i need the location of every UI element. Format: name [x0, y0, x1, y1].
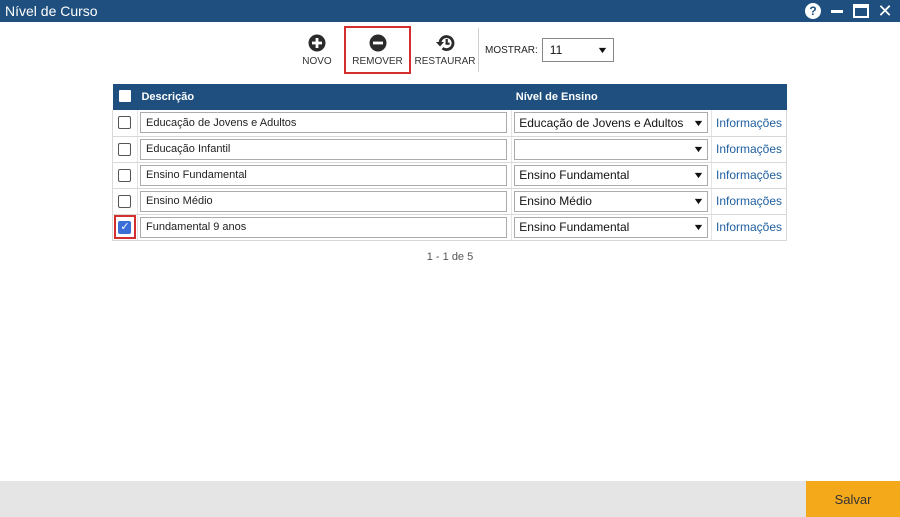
help-icon[interactable]: ?	[805, 3, 821, 19]
descricao-input[interactable]: Fundamental 9 anos	[139, 216, 508, 238]
restaurar-button[interactable]: RESTAURAR	[414, 26, 476, 74]
descricao-input[interactable]: Ensino Fundamental	[139, 164, 508, 186]
close-icon[interactable]: ✕	[877, 1, 892, 22]
nivel-ensino-select[interactable]: Ensino Fundamental ▼	[514, 164, 708, 186]
row-checkbox[interactable]	[118, 168, 132, 182]
table-row: Ensino Fundamental Ensino Fundamental ▼ I…	[112, 162, 788, 189]
table-row: Ensino Médio Ensino Médio ▼ Informações	[112, 188, 788, 215]
minimize-icon[interactable]	[830, 3, 844, 19]
informacoes-link[interactable]: Informações	[716, 116, 782, 130]
select-all-checkbox[interactable]	[118, 89, 131, 102]
remover-label: REMOVER	[352, 55, 403, 67]
novo-label: NOVO	[302, 55, 332, 67]
col-info	[711, 84, 787, 110]
chevron-down-icon: ▼	[692, 117, 705, 128]
chevron-down-icon: ▼	[692, 144, 705, 154]
nivel-ensino-value: Ensino Fundamental	[519, 168, 630, 182]
mostrar-label: MOSTRAR:	[485, 44, 538, 56]
toolbar: NOVO REMOVER RESTAURAR MOSTRAR: 11 ▼	[295, 26, 614, 74]
informacoes-link[interactable]: Informações	[716, 168, 782, 182]
remover-button[interactable]: REMOVER	[344, 26, 411, 74]
descricao-input[interactable]: Educação de Jovens e Adultos	[139, 112, 508, 134]
row-checkbox[interactable]	[118, 116, 132, 130]
nivel-ensino-select[interactable]: Ensino Médio ▼	[514, 190, 708, 212]
nivel-ensino-value: Ensino Médio	[519, 194, 592, 208]
mostrar-select[interactable]: 11 ▼	[541, 38, 614, 62]
nivel-ensino-select[interactable]: ▼	[514, 138, 708, 160]
row-checkbox[interactable]	[118, 194, 132, 208]
nivel-ensino-value: Ensino Fundamental	[519, 220, 630, 234]
pagination-info: 1 - 1 de 5	[426, 251, 474, 263]
chevron-down-icon: ▼	[692, 222, 705, 232]
nivel-ensino-select[interactable]: Educação de Jovens e Adultos ▼	[514, 112, 708, 134]
table-row: Educação Infantil ▼ Informações	[112, 136, 788, 163]
nivel-curso-table: Descrição Nível de Ensino Educação de Jo…	[112, 84, 788, 241]
descricao-input[interactable]: Educação Infantil	[139, 138, 508, 160]
row-checkbox-highlight: ✓	[113, 215, 136, 239]
chevron-down-icon: ▼	[692, 196, 705, 206]
restore-history-icon	[436, 34, 455, 51]
minus-circle-icon	[369, 34, 386, 51]
descricao-input[interactable]: Ensino Médio	[139, 190, 508, 212]
footer-bar: Salvar	[0, 481, 900, 517]
informacoes-link[interactable]: Informações	[716, 142, 782, 156]
row-checkbox[interactable]	[118, 142, 132, 156]
window-title: Nível de Curso	[5, 3, 98, 19]
informacoes-link[interactable]: Informações	[716, 220, 782, 234]
col-nivel-ensino[interactable]: Nível de Ensino	[511, 84, 712, 110]
maximize-icon[interactable]	[853, 4, 869, 18]
plus-circle-icon	[308, 34, 326, 51]
table-header-row: Descrição Nível de Ensino	[112, 84, 787, 110]
informacoes-link[interactable]: Informações	[716, 194, 782, 208]
save-button[interactable]: Salvar	[806, 481, 900, 517]
chevron-down-icon: ▼	[596, 45, 609, 55]
toolbar-divider	[478, 28, 479, 72]
table-row: ✓ Fundamental 9 anos Ensino Fundamental ▼…	[112, 214, 788, 241]
window-controls: ? ✕	[805, 1, 893, 22]
mostrar-value: 11	[549, 43, 563, 57]
chevron-down-icon: ▼	[692, 170, 705, 180]
mostrar-control: MOSTRAR: 11 ▼	[485, 26, 614, 74]
novo-button[interactable]: NOVO	[295, 26, 339, 74]
row-checkbox[interactable]: ✓	[118, 220, 132, 234]
restaurar-label: RESTAURAR	[414, 55, 476, 67]
nivel-ensino-value: Educação de Jovens e Adultos	[519, 115, 684, 130]
select-all-cell	[112, 84, 138, 110]
nivel-ensino-select[interactable]: Ensino Fundamental ▼	[514, 216, 708, 238]
table-row: Educação de Jovens e Adultos Educação de…	[112, 110, 788, 137]
col-descricao[interactable]: Descrição	[137, 84, 512, 110]
title-bar: Nível de Curso ? ✕	[0, 0, 900, 22]
